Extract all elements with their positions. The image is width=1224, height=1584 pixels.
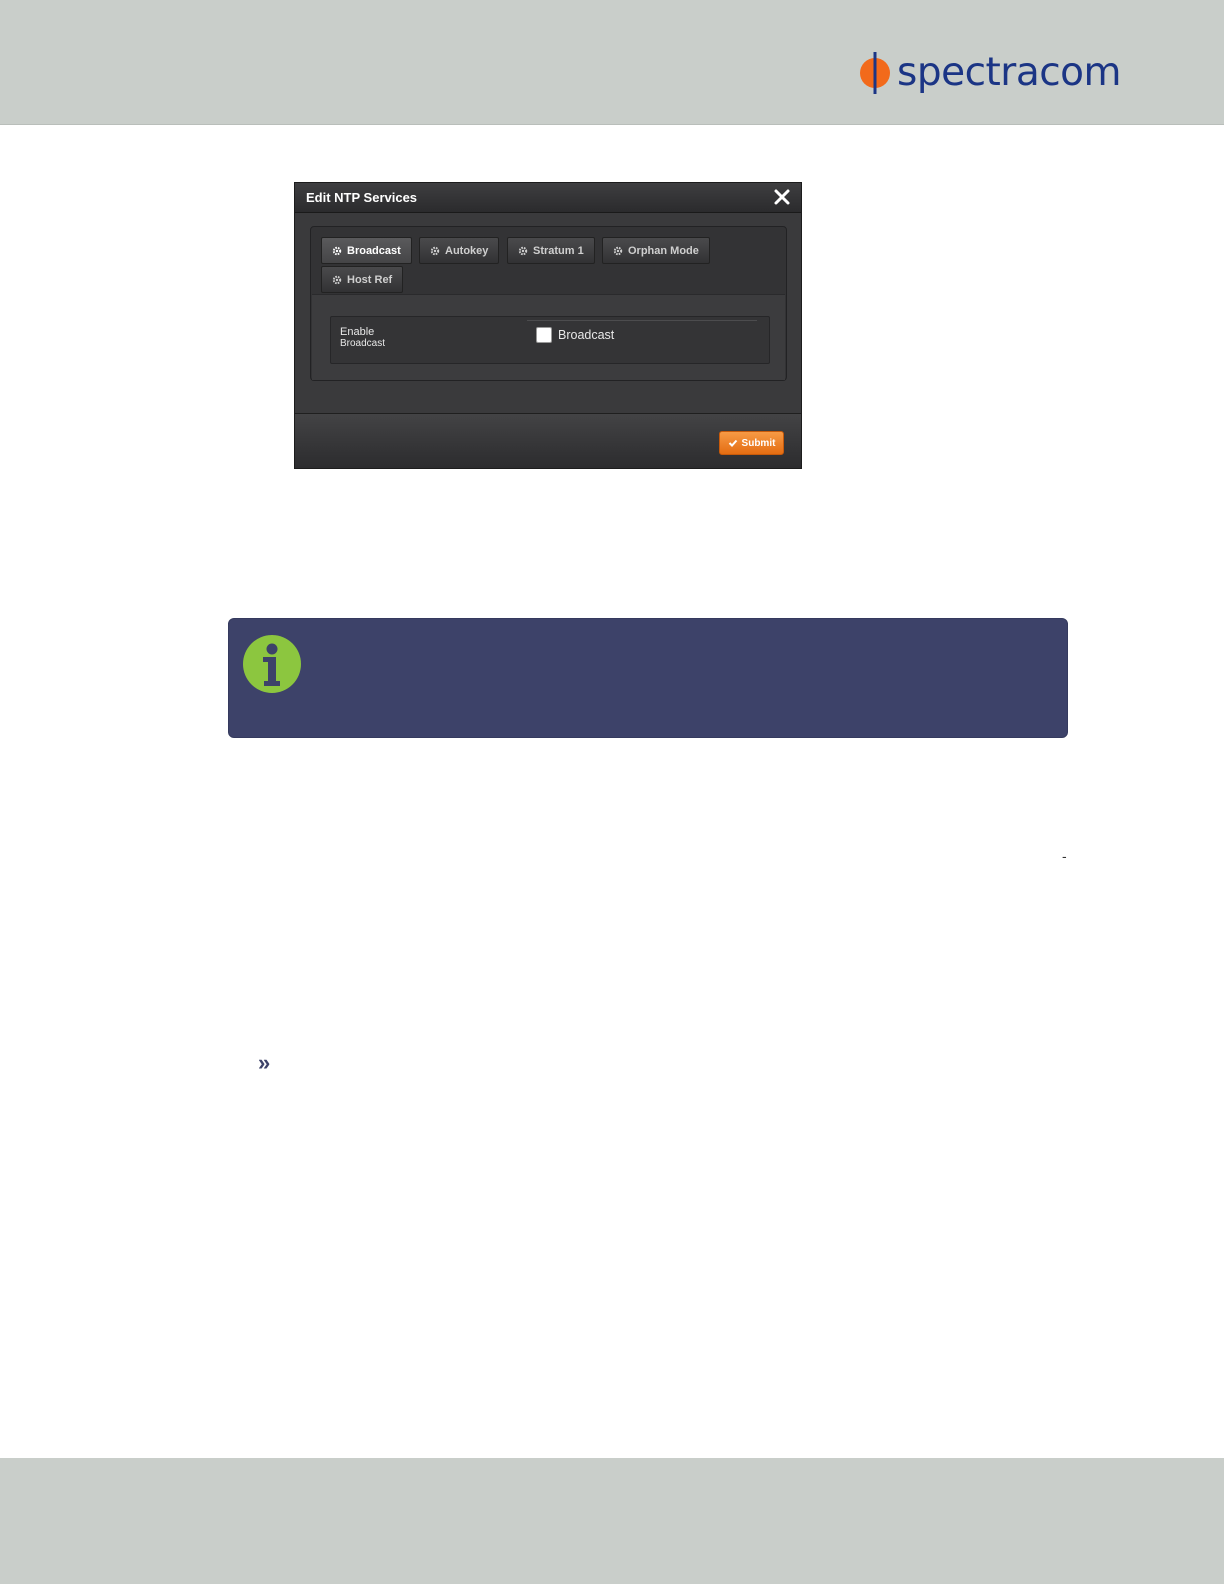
bullet-marker: »	[258, 1050, 271, 1075]
tab-host-ref[interactable]: Host Ref	[321, 266, 404, 293]
check-icon	[728, 439, 737, 447]
logo-text: spectracom	[897, 49, 1122, 95]
tab-stratum-1[interactable]: Stratum 1	[507, 237, 595, 264]
gear-icon	[613, 246, 623, 255]
stray-dash: -	[1062, 848, 1067, 864]
gear-icon	[430, 246, 440, 255]
gear-icon	[518, 246, 528, 255]
broadcast-checkbox-label[interactable]: Broadcast	[558, 328, 614, 342]
tab-label: Stratum 1	[533, 244, 584, 257]
spectracom-logo: spectracom	[858, 49, 1122, 96]
dialog-title: Edit NTP Services	[306, 190, 418, 205]
gear-icon	[332, 275, 342, 284]
page-footer	[0, 1458, 1224, 1584]
tab-bar: Broadcast Autokey Stratum 1 Orphan Mode …	[311, 227, 786, 295]
gear-icon	[332, 246, 342, 255]
enable-broadcast-row: Enable Broadcast Broadcast	[330, 316, 770, 364]
tab-label: Host Ref	[347, 273, 393, 286]
row-divider	[527, 320, 757, 321]
dialog-body: Broadcast Autokey Stratum 1 Orphan Mode …	[310, 226, 787, 381]
tab-autokey[interactable]: Autokey	[419, 237, 500, 264]
info-icon	[243, 635, 301, 693]
submit-button[interactable]: Submit	[719, 431, 784, 455]
tab-label: Orphan Mode	[628, 244, 699, 257]
logo-mark-icon	[858, 50, 894, 96]
tab-label: Autokey	[445, 244, 489, 257]
dialog-titlebar: Edit NTP Services	[295, 183, 801, 213]
close-icon[interactable]	[773, 188, 791, 206]
broadcast-checkbox[interactable]	[536, 327, 552, 343]
submit-label: Submit	[741, 437, 776, 449]
manual-page: spectracom Edit NTP Services Broadcast A…	[0, 0, 1224, 1584]
tab-broadcast[interactable]: Broadcast	[321, 237, 412, 264]
dialog-footer: Submit	[295, 413, 801, 468]
label-line-2: Broadcast	[340, 338, 386, 349]
tab-orphan-mode[interactable]: Orphan Mode	[602, 237, 710, 264]
note-box	[228, 618, 1068, 738]
page-header: spectracom	[0, 0, 1224, 125]
enable-broadcast-label: Enable Broadcast	[340, 326, 385, 350]
edit-ntp-services-dialog: Edit NTP Services Broadcast Autokey Stra…	[294, 182, 802, 469]
label-line-1: Enable	[340, 326, 375, 338]
tab-label: Broadcast	[347, 244, 401, 257]
broadcast-tab-pane: Enable Broadcast Broadcast	[312, 294, 785, 380]
